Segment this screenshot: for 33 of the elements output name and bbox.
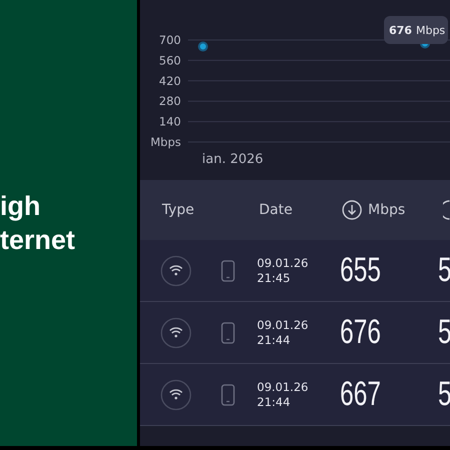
- axis-tick-label: 700: [159, 33, 181, 47]
- wifi-icon: [160, 316, 192, 348]
- date-time-text: 09.01.26 21:44: [257, 380, 310, 410]
- table-cell: 5: [438, 375, 450, 414]
- table-cell: 5: [438, 251, 450, 290]
- axis-label: Mbps: [150, 135, 181, 149]
- phone-icon: [221, 384, 235, 406]
- axis-tick-label: 140: [159, 114, 181, 129]
- table-cell: 5: [438, 313, 450, 352]
- chart-tooltip: 676 Mbps: [384, 16, 448, 44]
- result-row[interactable]: 09.01.26 21:45 655 5: [140, 240, 450, 302]
- data-point[interactable]: [198, 42, 208, 52]
- result-row[interactable]: 09.01.26 21:44 667 5: [140, 364, 450, 426]
- column-header[interactable]: Type: [162, 202, 194, 218]
- column-header[interactable]: Date: [259, 202, 292, 218]
- column-header[interactable]: Mbps: [368, 202, 406, 218]
- axis-tick-label: 280: [159, 94, 181, 108]
- headline-text: igh: [0, 190, 42, 223]
- download-icon: [342, 200, 362, 220]
- headline-text: ternet: [0, 224, 76, 257]
- download-speed: 655: [340, 251, 382, 290]
- date-time-text: 09.01.26 21:44: [257, 318, 310, 348]
- wifi-icon: [160, 254, 192, 286]
- date-time-text: 09.01.26 21:45: [257, 256, 310, 286]
- axis-tick-label: 420: [159, 74, 181, 88]
- result-row[interactable]: 09.01.26 21:44 676 5: [140, 302, 450, 364]
- download-speed: 676: [340, 313, 382, 352]
- phone-icon: [221, 322, 235, 344]
- download-speed: 667: [340, 375, 382, 414]
- wifi-icon: [160, 378, 192, 410]
- axis-tick-label: 560: [159, 53, 181, 68]
- axis-tick-label: ian. 2026: [202, 152, 264, 167]
- phone-icon: [221, 260, 235, 282]
